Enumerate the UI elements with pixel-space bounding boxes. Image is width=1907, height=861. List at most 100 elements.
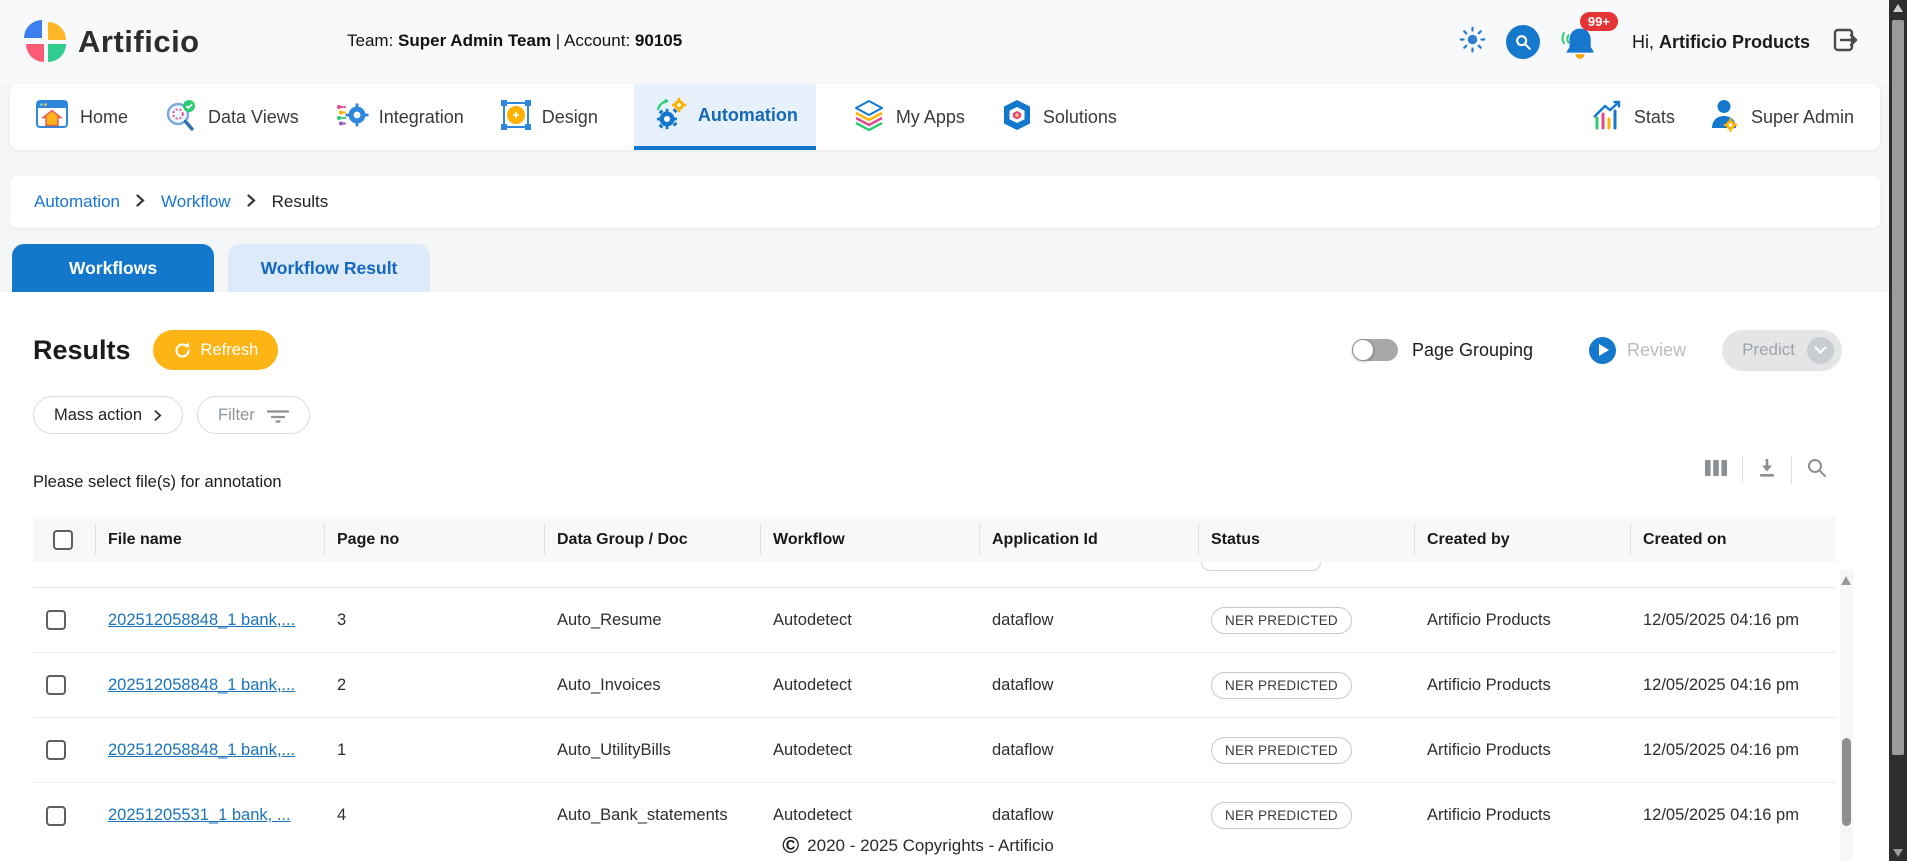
page-scroll-down-arrow-icon[interactable]: [1893, 849, 1903, 857]
file-name-link[interactable]: 20251205531_1 bank, ...: [108, 806, 291, 824]
stats-icon: [1590, 98, 1624, 137]
solutions-icon: [1001, 98, 1033, 137]
file-name-link[interactable]: 202512058848_1 bank,...: [108, 611, 295, 629]
scroll-up-arrow-icon[interactable]: [1841, 576, 1851, 585]
workflow-cell: Autodetect: [773, 806, 852, 824]
nav-item-home[interactable]: Home: [36, 84, 128, 150]
nav-item-stats[interactable]: Stats: [1590, 84, 1675, 150]
data-views-icon: [164, 99, 198, 136]
row-checkbox[interactable]: [46, 610, 66, 630]
col-file-name[interactable]: File name: [95, 517, 324, 562]
logout-icon[interactable]: [1830, 25, 1860, 60]
created-on-cell: 12/05/2025 04:16 pm: [1643, 675, 1799, 694]
page-title: Results: [33, 334, 131, 365]
row-checkbox[interactable]: [46, 740, 66, 760]
table-scrollbar-thumb[interactable]: [1842, 738, 1851, 826]
table-row: 202512058848_1 bank,... 1 Auto_UtilityBi…: [33, 718, 1836, 783]
col-page-no[interactable]: Page no: [324, 517, 544, 562]
page-no-cell: 3: [337, 610, 347, 629]
predict-label: Predict: [1742, 340, 1795, 359]
nav-item-my-apps[interactable]: My Apps: [852, 84, 965, 150]
status-badge: NER PREDICTED: [1211, 671, 1352, 699]
mass-action-button[interactable]: Mass action: [33, 396, 184, 434]
row-checkbox[interactable]: [46, 805, 66, 826]
page-scrollbar[interactable]: [1889, 0, 1907, 861]
notifications-button[interactable]: 99+: [1560, 12, 1618, 62]
col-workflow[interactable]: Workflow: [760, 517, 979, 562]
refresh-button[interactable]: Refresh: [152, 330, 279, 370]
columns-icon[interactable]: [1705, 459, 1728, 482]
chevron-right-icon: [136, 192, 145, 212]
row-checkbox[interactable]: [46, 675, 66, 695]
download-icon[interactable]: [1757, 457, 1777, 483]
artificio-logo[interactable]: Artificio: [24, 20, 200, 62]
nav-label: Home: [80, 106, 129, 127]
nav-item-integration[interactable]: Integration: [335, 84, 464, 150]
nav-item-data-views[interactable]: Data Views: [164, 84, 299, 150]
tab-workflows[interactable]: Workflows: [12, 244, 214, 292]
predict-button[interactable]: Predict: [1722, 329, 1842, 371]
nav-label: Data Views: [208, 106, 299, 127]
nav-item-solutions[interactable]: Solutions: [1001, 84, 1117, 150]
search-button[interactable]: [1505, 25, 1540, 59]
page-scrollbar-thumb[interactable]: [1892, 20, 1904, 755]
col-data-group[interactable]: Data Group / Doc: [544, 517, 760, 562]
nav-label: Integration: [378, 106, 464, 127]
refresh-label: Refresh: [200, 340, 259, 359]
filter-icon: [266, 409, 289, 423]
brightness-icon[interactable]: [1459, 26, 1486, 58]
nav-item-design[interactable]: Design: [500, 84, 598, 150]
nav-label: Design: [541, 106, 598, 127]
play-icon: [1599, 344, 1610, 356]
breadcrumb-automation[interactable]: Automation: [34, 192, 120, 212]
team-value: Super Admin Team: [398, 31, 552, 50]
application-id-cell: dataflow: [992, 610, 1054, 629]
chevron-right-icon: [154, 409, 162, 421]
workflow-cell: Autodetect: [773, 675, 852, 694]
application-id-cell: dataflow: [992, 675, 1054, 694]
nav-label: Super Admin: [1750, 106, 1854, 127]
main-nav: Home Data Views Integration Design Autom…: [10, 84, 1880, 150]
file-name-link[interactable]: 202512058848_1 bank,...: [108, 676, 295, 694]
scrolled-row-sliver: [33, 562, 1836, 588]
data-group-cell: Auto_Bank_statements: [557, 806, 728, 824]
review-play-button[interactable]: [1589, 336, 1617, 364]
workflow-cell: Autodetect: [773, 610, 852, 629]
logo-text: Artificio: [78, 24, 200, 59]
team-account-info: Team: Super Admin Team | Account: 90105: [347, 31, 682, 51]
workflow-cell: Autodetect: [773, 740, 852, 759]
page-no-cell: 4: [337, 806, 347, 824]
col-created-on[interactable]: Created on: [1630, 517, 1836, 562]
page-grouping-toggle[interactable]: [1351, 339, 1398, 361]
data-group-cell: Auto_UtilityBills: [557, 740, 671, 759]
filter-button[interactable]: Filter: [197, 396, 310, 434]
page-no-cell: 1: [337, 740, 347, 759]
nav-item-automation[interactable]: Automation: [633, 84, 816, 150]
table-scrollbar[interactable]: [1840, 570, 1853, 861]
design-icon: [500, 99, 532, 136]
file-name-link[interactable]: 202512058848_1 bank,...: [108, 741, 295, 759]
results-table: File name Page no Data Group / Doc Workf…: [33, 517, 1836, 848]
breadcrumb-workflow[interactable]: Workflow: [161, 192, 231, 212]
nav-item-super-admin[interactable]: Super Admin: [1709, 84, 1854, 150]
select-all-checkbox[interactable]: [53, 529, 73, 550]
status-badge: NER PREDICTED: [1211, 736, 1352, 764]
col-created-by[interactable]: Created by: [1414, 517, 1630, 562]
separator: |: [555, 31, 561, 50]
tab-workflow-result[interactable]: Workflow Result: [228, 244, 430, 292]
table-search-icon[interactable]: [1806, 457, 1827, 483]
created-by-cell: Artificio Products: [1427, 806, 1551, 824]
copyright-footer: © 2020 - 2025 Copyrights - Artificio: [0, 834, 1836, 857]
col-status[interactable]: Status: [1198, 517, 1414, 562]
header-actions: 99+ Hi, Artificio Products: [1459, 0, 1860, 84]
col-application-id[interactable]: Application Id: [979, 517, 1198, 562]
copyright-text: 2020 - 2025 Copyrights - Artificio: [807, 835, 1054, 855]
table-row: 202512058848_1 bank,... 2 Auto_Invoices …: [33, 653, 1836, 718]
search-icon: [1516, 35, 1531, 50]
greeting-name: Artificio Products: [1658, 31, 1810, 52]
nav-label: My Apps: [895, 106, 965, 127]
table-header-row: File name Page no Data Group / Doc Workf…: [33, 517, 1836, 562]
page-scroll-up-arrow-icon[interactable]: [1893, 4, 1903, 12]
top-header: Artificio Team: Super Admin Team | Accou…: [0, 0, 1890, 84]
page-grouping-label: Page Grouping: [1411, 339, 1534, 360]
